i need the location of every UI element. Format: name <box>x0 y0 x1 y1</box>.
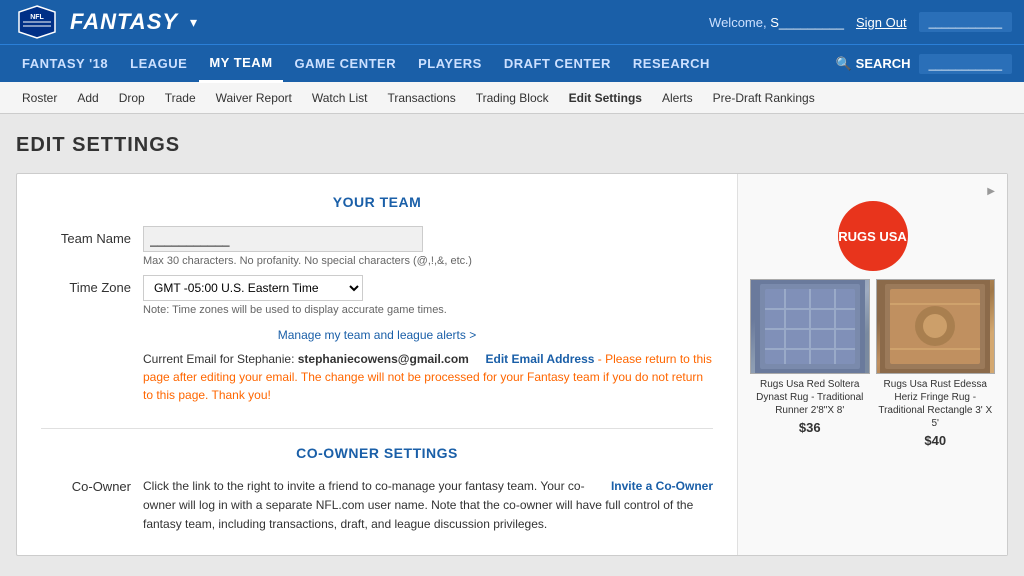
search-area: 🔍 SEARCH ___________ <box>835 54 1012 74</box>
nav-item-gamecenter[interactable]: GAME CENTER <box>285 45 407 83</box>
timezone-select[interactable]: GMT -05:00 U.S. Eastern Time <box>143 275 363 301</box>
manage-alerts-link[interactable]: Manage my team and league alerts > <box>41 328 713 342</box>
main-card: YOUR TEAM Team Name Max 30 characters. N… <box>16 173 1008 556</box>
email-value: stephaniecowens@gmail.com <box>298 352 469 366</box>
team-name-hint: Max 30 characters. No profanity. No spec… <box>143 255 713 267</box>
svg-text:NFL: NFL <box>30 14 44 21</box>
subnav-trade[interactable]: Trade <box>155 82 206 114</box>
timezone-note: Note: Time zones will be used to display… <box>143 304 713 316</box>
ad-content: RUGS USA <box>750 201 995 448</box>
ad-img2-caption: Rugs Usa Rust Edessa Heriz Fringe Rug - … <box>876 378 996 430</box>
subnav-alerts[interactable]: Alerts <box>652 82 703 114</box>
signout-link[interactable]: Sign Out <box>856 15 907 30</box>
nav-item-research[interactable]: RESEARCH <box>623 45 720 83</box>
ad-arrow-icon: ▶ <box>750 186 995 197</box>
top-bar-right: Welcome, S_________ Sign Out ___________ <box>709 12 1012 32</box>
invite-co-owner-link[interactable]: Invite a Co-Owner <box>611 477 713 496</box>
brand-title: FANTASY <box>70 9 178 35</box>
subnav-transactions[interactable]: Transactions <box>377 82 465 114</box>
nfl-logo-wrap: NFL FANTASY ▾ <box>12 3 197 41</box>
page-content: EDIT SETTINGS YOUR TEAM Team Name Max 30… <box>0 114 1024 576</box>
subnav-edit-settings[interactable]: Edit Settings <box>559 82 652 114</box>
ad-image-2: Rugs Usa Rust Edessa Heriz Fringe Rug - … <box>876 279 996 448</box>
subnav-watch-list[interactable]: Watch List <box>302 82 378 114</box>
timezone-label: Time Zone <box>41 275 131 295</box>
subnav-waiver-report[interactable]: Waiver Report <box>206 82 302 114</box>
card-left: YOUR TEAM Team Name Max 30 characters. N… <box>17 174 737 555</box>
nav-item-draftcenter[interactable]: DRAFT CENTER <box>494 45 621 83</box>
co-owner-row: Co-Owner Invite a Co-Owner Click the lin… <box>41 477 713 535</box>
email-row: Current Email for Stephanie: stephanieco… <box>41 350 713 404</box>
ad-image-1: Rugs Usa Red Soltera Dynast Rug - Tradit… <box>750 279 870 448</box>
subnav-trading-block[interactable]: Trading Block <box>466 82 559 114</box>
team-name-field: Max 30 characters. No profanity. No spec… <box>143 226 713 267</box>
nav-item-players[interactable]: PLAYERS <box>408 45 492 83</box>
your-team-header: YOUR TEAM <box>41 194 713 210</box>
team-name-input[interactable] <box>143 226 423 252</box>
rugs-usa-logo: RUGS USA <box>838 201 908 271</box>
search-icon: 🔍 <box>835 56 851 72</box>
search-link[interactable]: 🔍 SEARCH <box>835 56 910 72</box>
nav-item-fantasy18[interactable]: FANTASY '18 <box>12 45 118 83</box>
co-owner-section: CO-OWNER SETTINGS Co-Owner Invite a Co-O… <box>41 428 713 535</box>
top-bar: NFL FANTASY ▾ Welcome, S_________ Sign O… <box>0 0 1024 44</box>
nfl-shield-icon: NFL <box>12 3 62 41</box>
main-nav: FANTASY '18 LEAGUE MY TEAM GAME CENTER P… <box>0 44 1024 82</box>
ad-img1-caption: Rugs Usa Red Soltera Dynast Rug - Tradit… <box>750 378 870 417</box>
team-name-row: Team Name Max 30 characters. No profanit… <box>41 226 713 267</box>
dropdown-icon[interactable]: ▾ <box>190 14 197 31</box>
team-name-label: Team Name <box>41 226 131 246</box>
nav-item-myteam[interactable]: MY TEAM <box>199 45 282 83</box>
ad-img2-price: $40 <box>876 433 996 448</box>
edit-email-link[interactable]: Edit Email Address <box>486 352 595 366</box>
user-team-pill: ___________ <box>919 12 1012 32</box>
subnav-drop[interactable]: Drop <box>109 82 155 114</box>
co-owner-label: Co-Owner <box>41 477 131 535</box>
rug-image-right[interactable] <box>876 279 996 374</box>
timezone-row: Time Zone GMT -05:00 U.S. Eastern Time N… <box>41 275 713 316</box>
subnav-predraft[interactable]: Pre-Draft Rankings <box>703 82 825 114</box>
rug-image-left[interactable] <box>750 279 870 374</box>
timezone-field: GMT -05:00 U.S. Eastern Time Note: Time … <box>143 275 713 316</box>
team-pill: ___________ <box>919 54 1012 74</box>
subnav-roster[interactable]: Roster <box>12 82 67 114</box>
email-label: Current Email for Stephanie: <box>143 352 294 366</box>
ad-images: Rugs Usa Red Soltera Dynast Rug - Tradit… <box>750 279 995 448</box>
page-title: EDIT SETTINGS <box>16 134 1008 157</box>
ad-img1-price: $36 <box>750 420 870 435</box>
subnav-add[interactable]: Add <box>67 82 108 114</box>
nav-item-league[interactable]: LEAGUE <box>120 45 197 83</box>
ad-panel: ▶ RUGS USA <box>737 174 1007 555</box>
co-owner-header: CO-OWNER SETTINGS <box>41 445 713 461</box>
co-owner-content: Invite a Co-Owner Click the link to the … <box>143 477 713 535</box>
sub-nav: Roster Add Drop Trade Waiver Report Watc… <box>0 82 1024 114</box>
welcome-text: Welcome, S_________ <box>709 15 844 30</box>
